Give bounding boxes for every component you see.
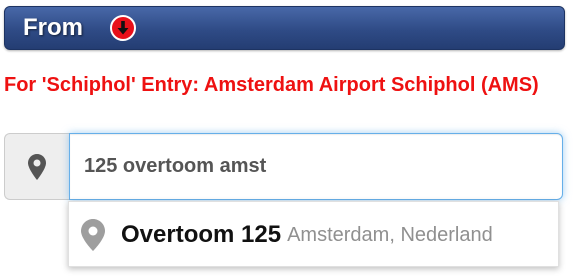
suggestion-main-text: Overtoom 125 [121, 221, 282, 248]
autocomplete-dropdown: Overtoom 125 Amsterdam, Nederland [68, 201, 559, 267]
from-title: From [23, 14, 83, 41]
from-location-group [4, 133, 563, 200]
suggestion-item[interactable]: Overtoom 125 Amsterdam, Nederland [69, 202, 558, 268]
alert-down-icon[interactable] [109, 14, 137, 42]
from-header-bar[interactable]: From [4, 6, 565, 50]
map-pin-icon [81, 219, 105, 251]
schiphol-notice: For 'Schiphol' Entry: Amsterdam Airport … [4, 74, 539, 96]
map-marker-icon [4, 133, 69, 200]
from-search-input[interactable] [69, 133, 563, 200]
suggestion-secondary-text: Amsterdam, Nederland [287, 223, 493, 246]
